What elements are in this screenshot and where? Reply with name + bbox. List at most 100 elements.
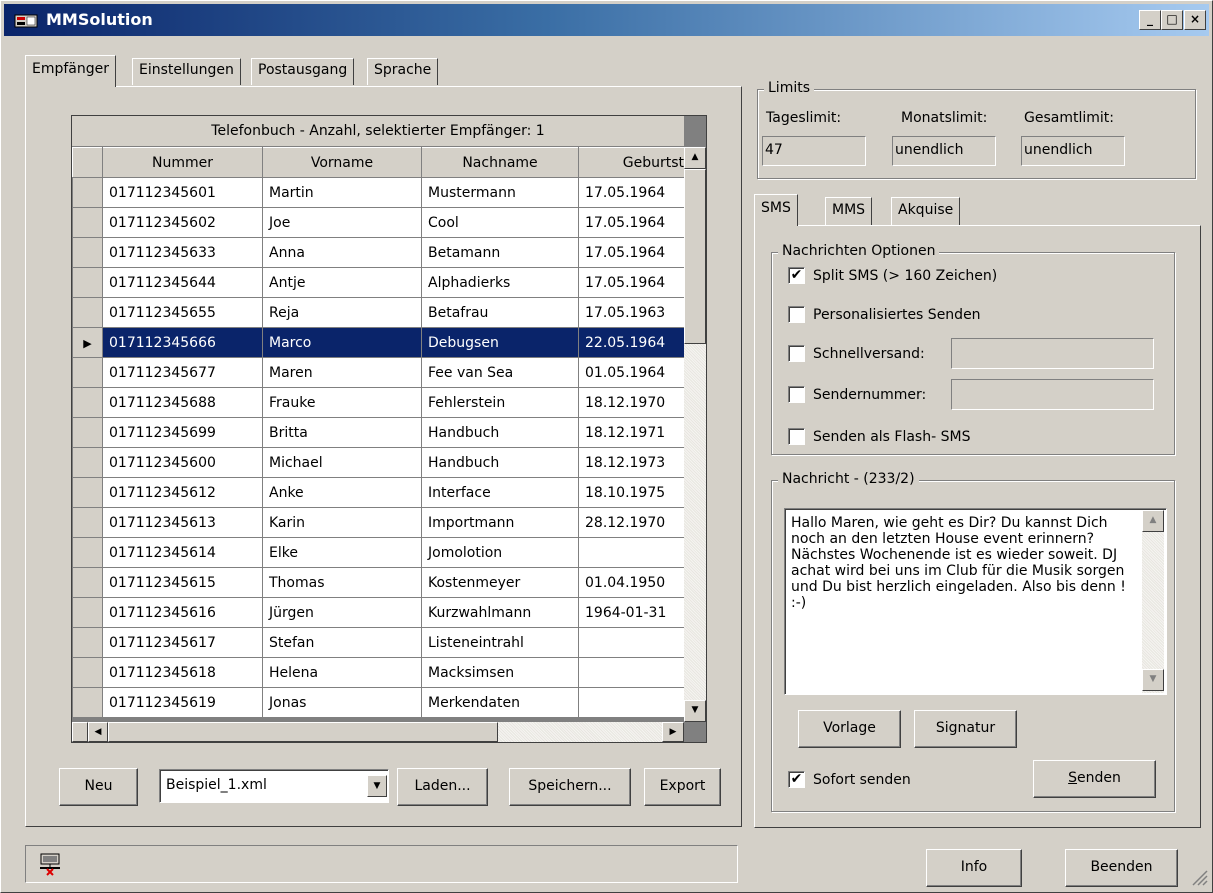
cell-nummer[interactable]: 017112345688 [102,387,263,418]
cell-nachname[interactable]: Listeneintrahl [421,627,579,658]
cell-vorname[interactable]: Michael [262,447,422,478]
cell-nummer[interactable]: 017112345602 [102,207,263,238]
cell-vorname[interactable]: Marco [262,327,422,358]
table-row[interactable]: 017112345613 Karin Importmann 28.12.1970 [72,507,685,538]
cell-geburtstag[interactable]: 22.05.1964 [578,327,685,358]
table-row[interactable]: 017112345699 Britta Handbuch 18.12.1971 [72,417,685,448]
table-row[interactable]: 017112345602 Joe Cool 17.05.1964 [72,207,685,238]
cell-vorname[interactable]: Jonas [262,687,422,718]
tab-postausgang[interactable]: Postausgang [251,58,355,85]
tab-mms[interactable]: MMS [825,197,873,226]
senden-button[interactable]: Senden [1033,760,1156,798]
cell-nummer[interactable]: 017112345601 [102,177,263,208]
row-header[interactable] [72,447,103,478]
cell-geburtstag[interactable]: 17.05.1964 [578,207,685,238]
laden-button[interactable]: Laden... [397,768,488,806]
maximize-button[interactable]: □ [1161,10,1183,30]
sendernummer-checkbox[interactable] [788,386,805,403]
grid-vertical-scrollbar[interactable]: ▲ ▼ [684,147,706,722]
cell-geburtstag[interactable]: 28.12.1970 [578,507,685,538]
cell-nummer[interactable]: 017112345613 [102,507,263,538]
tab-sms[interactable]: SMS [754,194,798,226]
signatur-button[interactable]: Signatur [914,710,1017,748]
cell-nachname[interactable]: Kostenmeyer [421,567,579,598]
col-header-nachname[interactable]: Nachname [421,147,579,178]
cell-vorname[interactable]: Martin [262,177,422,208]
cell-geburtstag[interactable]: 18.12.1971 [578,417,685,448]
row-header[interactable] [72,387,103,418]
row-header[interactable] [72,657,103,688]
col-header-vorname[interactable]: Vorname [262,147,422,178]
cell-vorname[interactable]: Reja [262,297,422,328]
cell-geburtstag[interactable]: 17.05.1964 [578,267,685,298]
table-row[interactable]: 017112345655 Reja Betafrau 17.05.1963 [72,297,685,328]
row-header[interactable] [72,507,103,538]
cell-vorname[interactable]: Helena [262,657,422,688]
split-sms-checkbox[interactable]: ✔ [788,267,805,284]
table-row[interactable]: 017112345688 Frauke Fehlerstein 18.12.1970 [72,387,685,418]
cell-nummer[interactable]: 017112345618 [102,657,263,688]
cell-nachname[interactable]: Kurzwahlmann [421,597,579,628]
cell-geburtstag[interactable] [578,687,685,718]
cell-nummer[interactable]: 017112345616 [102,597,263,628]
cell-nummer[interactable]: 017112345619 [102,687,263,718]
grid-horizontal-scrollbar[interactable]: ◀ ▶ [72,722,684,742]
row-header[interactable] [72,627,103,658]
cell-nachname[interactable]: Macksimsen [421,657,579,688]
cell-nummer[interactable]: 017112345644 [102,267,263,298]
scroll-right-button[interactable]: ▶ [662,722,684,742]
table-row[interactable]: 017112345618 Helena Macksimsen [72,657,685,688]
cell-nachname[interactable]: Interface [421,477,579,508]
cell-nachname[interactable]: Handbuch [421,417,579,448]
cell-vorname[interactable]: Anke [262,477,422,508]
file-select[interactable]: Beispiel_1.xml ▼ [159,769,389,803]
personalisiert-checkbox[interactable] [788,306,805,323]
cell-nummer[interactable]: 017112345612 [102,477,263,508]
cell-nachname[interactable]: Cool [421,207,579,238]
cell-nummer[interactable]: 017112345614 [102,537,263,568]
cell-geburtstag[interactable]: 1964-01-31 [578,597,685,628]
hscroll-thumb[interactable] [108,722,498,742]
cell-geburtstag[interactable]: 01.04.1950 [578,567,685,598]
cell-nachname[interactable]: Mustermann [421,177,579,208]
info-button[interactable]: Info [926,849,1022,887]
cell-geburtstag[interactable]: 17.05.1964 [578,177,685,208]
row-header[interactable] [72,357,103,388]
row-header[interactable]: ▶ [72,327,103,358]
cell-geburtstag[interactable]: 17.05.1964 [578,237,685,268]
cell-vorname[interactable]: Frauke [262,387,422,418]
table-row[interactable]: 017112345619 Jonas Merkendaten [72,687,685,718]
row-header[interactable] [72,477,103,508]
table-row[interactable]: 017112345633 Anna Betamann 17.05.1964 [72,237,685,268]
cell-nachname[interactable]: Betamann [421,237,579,268]
cell-nachname[interactable]: Alphadierks [421,267,579,298]
row-header[interactable] [72,207,103,238]
cell-geburtstag[interactable] [578,657,685,688]
cell-nachname[interactable]: Importmann [421,507,579,538]
cell-nachname[interactable]: Jomolotion [421,537,579,568]
row-header[interactable] [72,297,103,328]
sendernummer-input[interactable] [951,379,1154,410]
cell-nachname[interactable]: Fehlerstein [421,387,579,418]
cell-nummer[interactable]: 017112345617 [102,627,263,658]
table-row[interactable]: 017112345601 Martin Mustermann 17.05.1964 [72,177,685,208]
table-row[interactable]: 017112345617 Stefan Listeneintrahl [72,627,685,658]
tab-sprache[interactable]: Sprache [367,58,439,85]
cell-vorname[interactable]: Thomas [262,567,422,598]
minimize-button[interactable]: _ [1139,10,1161,30]
speichern-button[interactable]: Speichern... [509,768,631,806]
cell-geburtstag[interactable]: 17.05.1963 [578,297,685,328]
col-header-geburtstag[interactable]: Geburtst [578,147,685,178]
tab-empfaenger[interactable]: Empfänger [25,55,117,87]
cell-nummer[interactable]: 017112345699 [102,417,263,448]
title-bar[interactable]: MMSolution _ □ × [4,4,1209,36]
row-header[interactable] [72,687,103,718]
cell-nummer[interactable]: 017112345666 [102,327,263,358]
cell-vorname[interactable]: Antje [262,267,422,298]
table-row[interactable]: 017112345677 Maren Fee van Sea 01.05.1964 [72,357,685,388]
chevron-down-icon[interactable]: ▼ [367,775,387,797]
flash-sms-checkbox[interactable] [788,428,805,445]
col-header-nummer[interactable]: Nummer [102,147,263,178]
table-row[interactable]: 017112345614 Elke Jomolotion [72,537,685,568]
row-header[interactable] [72,597,103,628]
